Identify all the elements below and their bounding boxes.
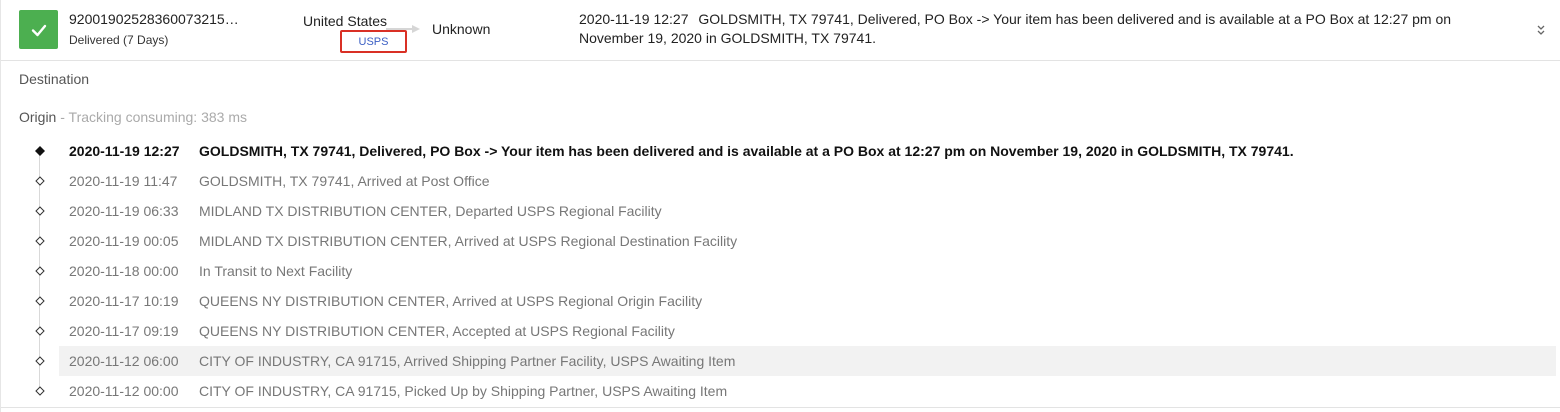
timeline-event: 2020-11-12 06:00 CITY OF INDUSTRY, CA 91… [35, 346, 1556, 376]
event-description: In Transit to Next Facility [199, 263, 353, 279]
hollow-diamond-icon [35, 386, 45, 396]
latest-event-summary: 2020-11-19 12:27 GOLDSMITH, TX 79741, De… [579, 10, 1519, 48]
event-time: 2020-11-12 00:00 [69, 383, 179, 399]
tracking-consuming-note: - Tracking consuming: 383 ms [56, 109, 247, 125]
hollow-diamond-icon [35, 296, 45, 306]
event-description: QUEENS NY DISTRIBUTION CENTER, Accepted … [199, 323, 675, 339]
event-time: 2020-11-19 12:27 [69, 143, 180, 159]
event-description: MIDLAND TX DISTRIBUTION CENTER, Departed… [199, 203, 662, 219]
origin-country: United States [303, 13, 388, 29]
hollow-diamond-icon [35, 326, 45, 336]
destination-section-label: Destination [19, 71, 90, 87]
hollow-diamond-icon [35, 236, 45, 246]
hollow-diamond-icon [35, 176, 45, 186]
tracking-timeline: 2020-11-19 12:27 GOLDSMITH, TX 79741, De… [1, 136, 1560, 406]
route-arrow-icon [386, 25, 420, 33]
timeline-event: 2020-11-19 12:27 GOLDSMITH, TX 79741, De… [35, 136, 1556, 166]
timeline-event: 2020-11-12 00:00 CITY OF INDUSTRY, CA 91… [35, 376, 1556, 406]
destination-country: Unknown [432, 21, 491, 37]
timeline-event: 2020-11-17 09:19 QUEENS NY DISTRIBUTION … [35, 316, 1556, 346]
event-time: 2020-11-17 10:19 [69, 293, 179, 309]
event-time: 2020-11-17 09:19 [69, 323, 179, 339]
delivered-status-icon [19, 10, 58, 49]
card-bottom-divider [1, 407, 1560, 408]
tracking-number[interactable]: 92001902528360073215… [69, 11, 239, 27]
event-description: GOLDSMITH, TX 79741, Delivered, PO Box -… [199, 143, 1294, 159]
event-time: 2020-11-12 06:00 [69, 353, 179, 369]
timeline-event: 2020-11-18 00:00 In Transit to Next Faci… [35, 256, 1556, 286]
event-time: 2020-11-19 00:05 [69, 233, 179, 249]
hollow-diamond-icon [35, 356, 45, 366]
event-description: CITY OF INDUSTRY, CA 91715, Arrived Ship… [199, 353, 736, 369]
event-time: 2020-11-19 11:47 [69, 173, 178, 189]
origin-section-label: Origin - Tracking consuming: 383 ms [19, 109, 247, 125]
hollow-diamond-icon [35, 206, 45, 216]
timeline-event: 2020-11-17 10:19 QUEENS NY DISTRIBUTION … [35, 286, 1556, 316]
timeline-event: 2020-11-19 06:33 MIDLAND TX DISTRIBUTION… [35, 196, 1556, 226]
hollow-diamond-icon [35, 266, 45, 276]
latest-event-time: 2020-11-19 12:27 [579, 11, 689, 27]
timeline-event: 2020-11-19 11:47 GOLDSMITH, TX 79741, Ar… [35, 166, 1556, 196]
event-time: 2020-11-19 06:33 [69, 203, 179, 219]
timeline-event: 2020-11-19 00:05 MIDLAND TX DISTRIBUTION… [35, 226, 1556, 256]
shipment-card: 92001902528360073215… Delivered (7 Days)… [0, 0, 1560, 412]
event-description: CITY OF INDUSTRY, CA 91715, Picked Up by… [199, 383, 728, 399]
shipment-header[interactable]: 92001902528360073215… Delivered (7 Days)… [1, 0, 1560, 61]
origin-label: Origin [19, 109, 57, 125]
event-description: QUEENS NY DISTRIBUTION CENTER, Arrived a… [199, 293, 703, 309]
filled-diamond-icon [35, 146, 45, 156]
event-description: GOLDSMITH, TX 79741, Arrived at Post Off… [199, 173, 490, 189]
checkmark-icon [31, 24, 46, 36]
latest-event-text: GOLDSMITH, TX 79741, Delivered, PO Box -… [579, 11, 1452, 46]
delivery-status: Delivered (7 Days) [69, 33, 169, 47]
chevron-down-icon[interactable] [1534, 22, 1548, 38]
event-description: MIDLAND TX DISTRIBUTION CENTER, Arrived … [199, 233, 738, 249]
event-time: 2020-11-18 00:00 [69, 263, 179, 279]
